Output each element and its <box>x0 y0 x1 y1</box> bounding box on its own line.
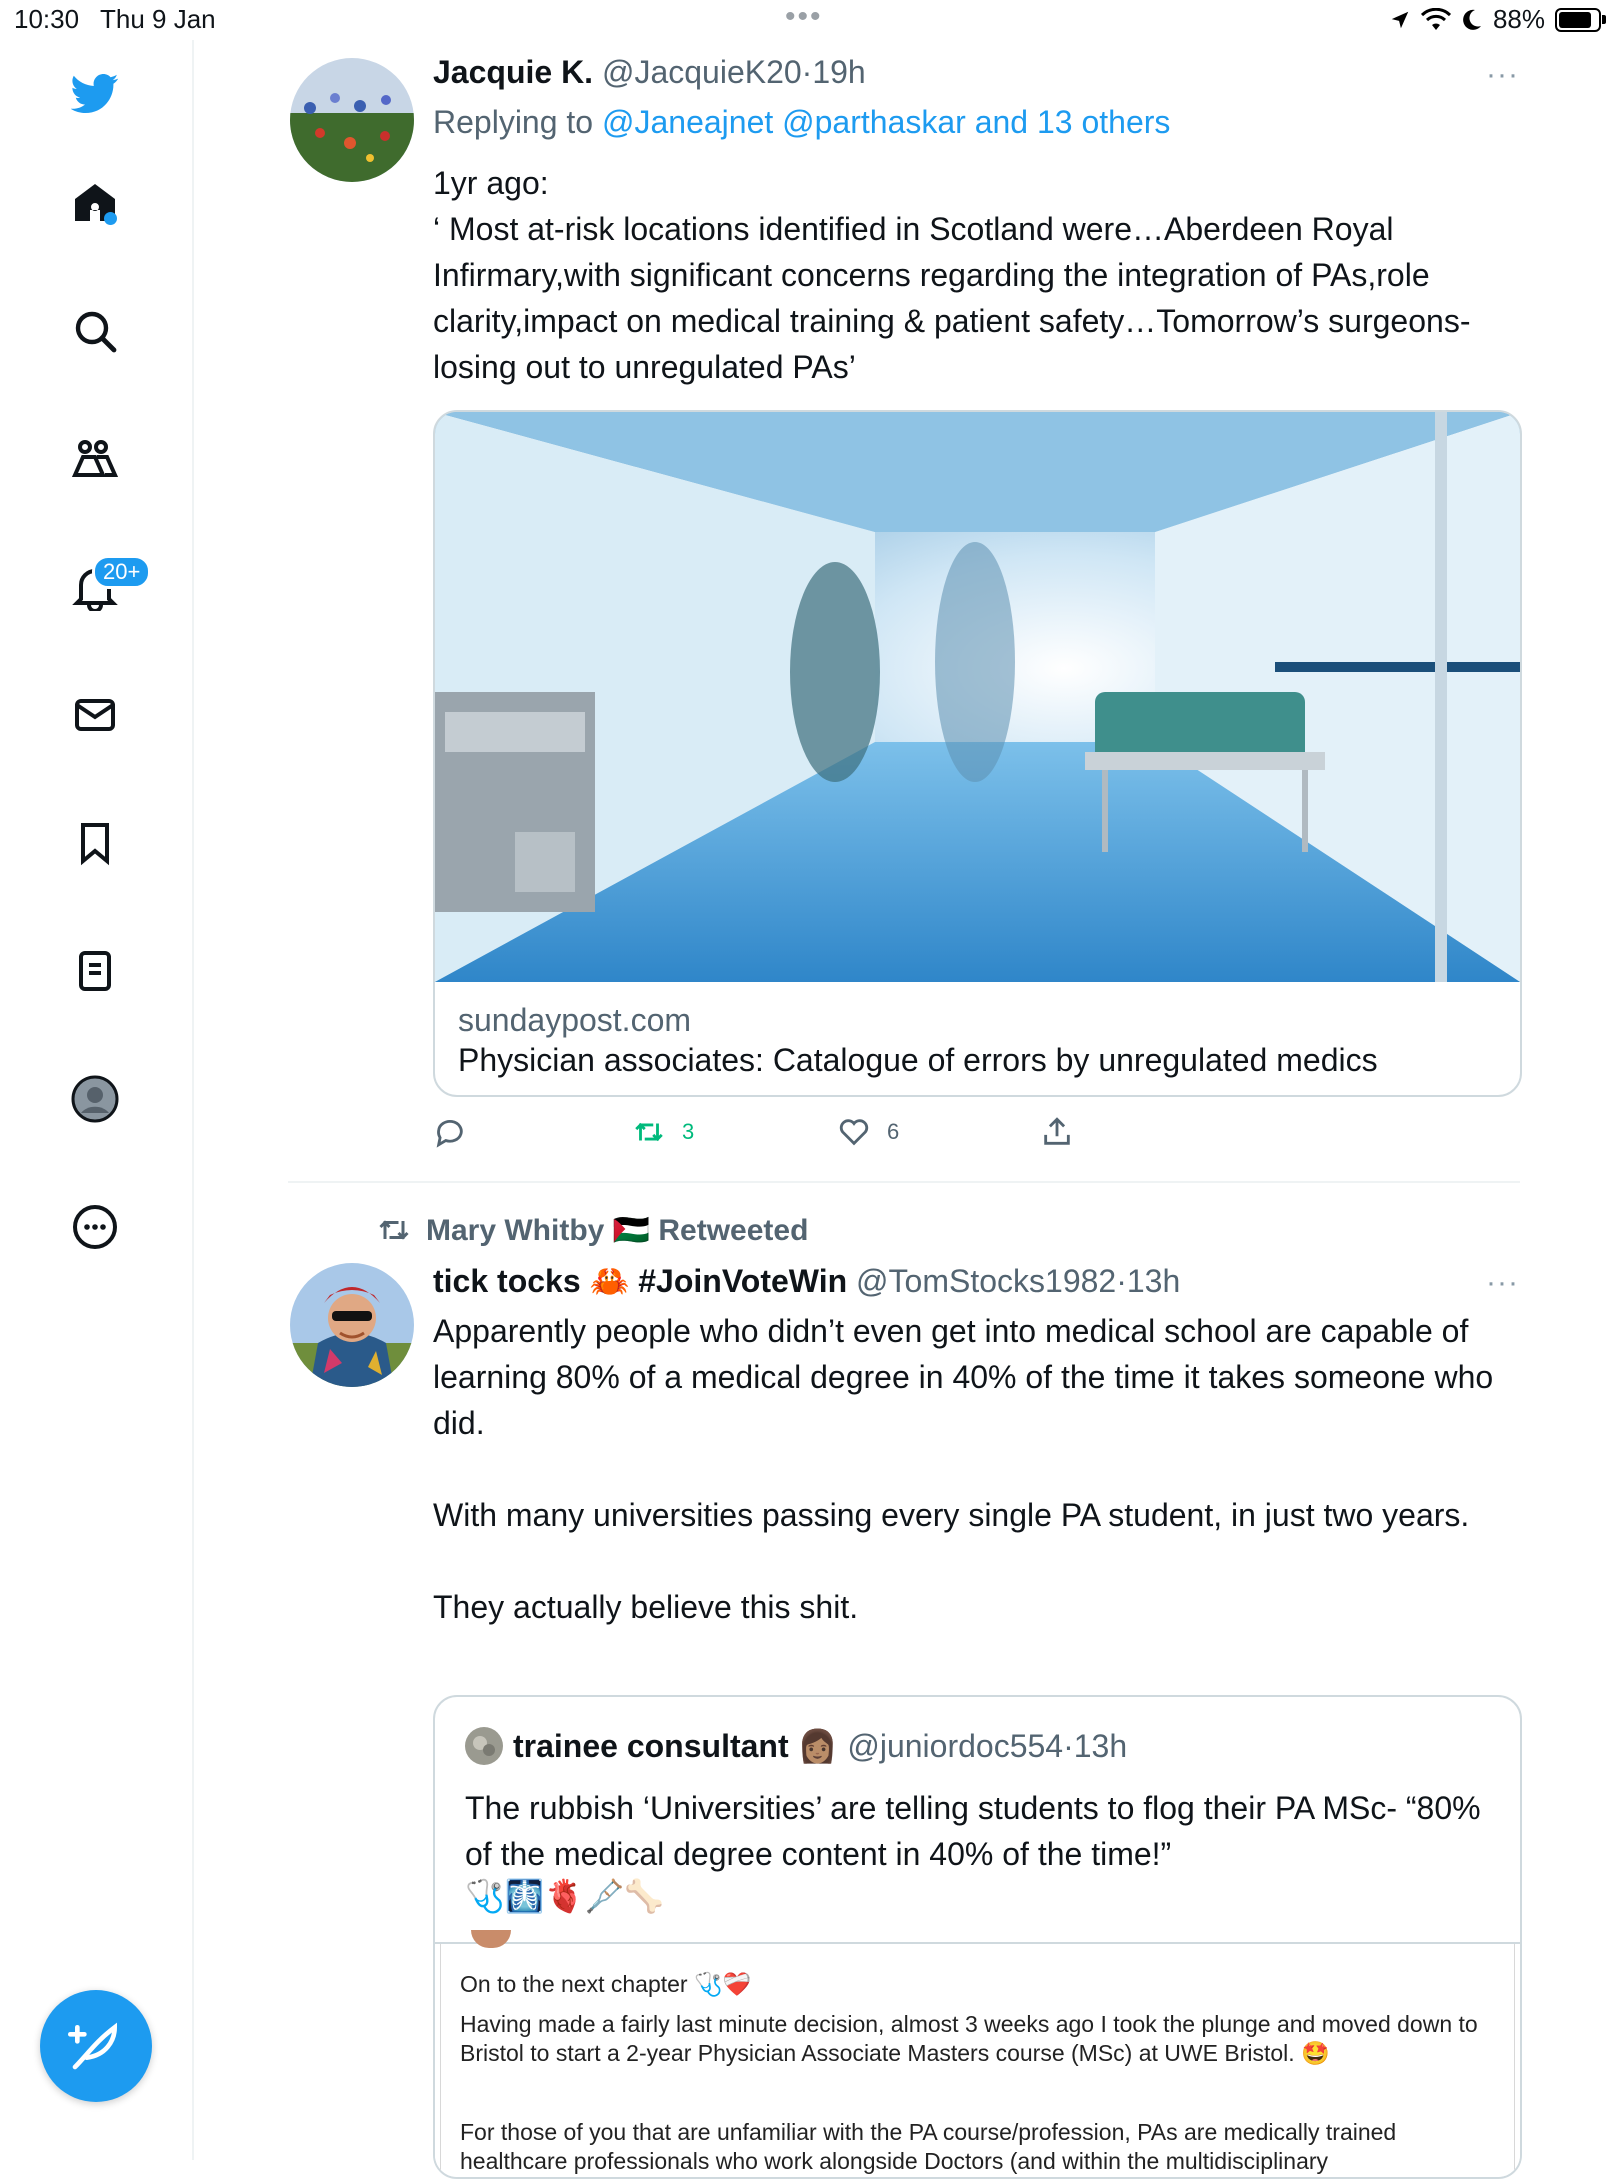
replying-handles-link[interactable]: @Janeajnet @parthaskar <box>602 104 966 140</box>
lists-icon[interactable] <box>62 938 128 1004</box>
tweet-more-icon[interactable]: ··· <box>1486 1266 1519 1300</box>
tweet-time[interactable]: 19h <box>812 54 865 90</box>
tweet-more-icon[interactable]: ··· <box>1486 58 1519 92</box>
time-separator: · <box>801 54 813 90</box>
card-title: Physician associates: Catalogue of error… <box>458 1042 1378 1078</box>
link-card[interactable]: sundaypost.com Physician associates: Cat… <box>433 410 1522 1097</box>
quote-time-separator: · <box>1063 1727 1074 1764</box>
card-domain: sundaypost.com <box>458 1002 692 1038</box>
tweet-text: 1yr ago: ‘ Most at-risk locations identi… <box>433 165 1471 385</box>
reply-icon <box>436 1119 463 1148</box>
quote-author-handle: @juniordoc554 <box>847 1727 1064 1764</box>
like-button[interactable]: 6 <box>837 1115 899 1149</box>
moon-icon <box>1463 9 1481 30</box>
tweet-text: Apparently people who didn’t even get in… <box>433 1313 1494 1625</box>
screenshot-paragraph-2: Having made a fairly last minute decisio… <box>460 2011 1478 2066</box>
status-indicators: 88% <box>1389 4 1606 35</box>
twitter-logo-icon[interactable] <box>62 60 128 126</box>
replying-and: and <box>965 104 1037 140</box>
status-bar: 10:30 Thu 9 Jan ••• 88% <box>0 0 1620 40</box>
retweet-button[interactable]: 3 <box>632 1115 694 1149</box>
heart-icon <box>839 1119 869 1146</box>
battery-icon <box>1555 7 1601 32</box>
search-icon[interactable] <box>62 298 128 364</box>
quote-text: The rubbish ‘Universities’ are telling s… <box>465 1790 1490 1872</box>
screenshot-avatar-fragment <box>471 1930 511 1948</box>
reply-button[interactable] <box>433 1115 467 1149</box>
share-button[interactable] <box>1040 1115 1074 1149</box>
quoted-tweet[interactable]: trainee consultant 👩🏽 @juniordoc554·13h … <box>433 1695 1522 2179</box>
compose-feather-icon <box>68 2022 118 2070</box>
battery-percent: 88% <box>1492 4 1545 34</box>
status-time: 10:30 <box>14 4 80 34</box>
quote-header: trainee consultant 👩🏽 @juniordoc554·13h <box>465 1727 1127 1765</box>
quote-author-avatar <box>465 1727 503 1765</box>
tweet-divider <box>288 1181 1520 1183</box>
messages-envelope-icon[interactable] <box>62 682 128 748</box>
communities-icon[interactable] <box>62 426 128 492</box>
notifications-badge: 20+ <box>92 555 152 589</box>
multitasking-dots-icon[interactable]: ••• <box>785 0 823 34</box>
author-avatar[interactable] <box>290 58 414 182</box>
tweet-header: tick tocks 🦀 #JoinVoteWin @TomStocks1982… <box>433 1262 1180 1300</box>
like-count: 6 <box>887 1119 900 1144</box>
battery-level <box>1559 11 1591 28</box>
retweet-context: Mary Whitby 🇵🇸 Retweeted <box>376 1212 808 1248</box>
status-date: Thu 9 Jan <box>100 4 216 34</box>
author-name[interactable]: tick tocks 🦀 #JoinVoteWin <box>433 1263 847 1299</box>
screenshot-paragraph-3: For those of you that are unfamiliar wit… <box>460 2119 1397 2174</box>
author-avatar[interactable] <box>290 1263 414 1387</box>
author-handle[interactable]: @JacquieK20 <box>602 54 802 90</box>
retweet-icon <box>635 1122 663 1142</box>
tweet-time[interactable]: 13h <box>1127 1263 1180 1299</box>
home-icon[interactable] <box>62 170 128 236</box>
share-icon <box>1044 1117 1070 1145</box>
wifi-icon <box>1420 7 1451 30</box>
author-name[interactable]: Jacquie K. <box>433 54 593 90</box>
quoted-screenshot-image: On to the next chapter 🩺❤️‍🩹 Having made… <box>435 1930 1520 2177</box>
author-handle[interactable]: @TomStocks1982 <box>856 1263 1116 1299</box>
time-separator: · <box>1116 1263 1127 1299</box>
replying-prefix: Replying to <box>433 104 602 140</box>
screenshot-paragraph-1: On to the next chapter 🩺❤️‍🩹 <box>460 1971 752 1997</box>
more-options-icon[interactable] <box>62 1194 128 1260</box>
replying-others-link[interactable]: 13 others <box>1037 104 1170 140</box>
quote-emojis: 🩺🩻🫀🩼🦴 <box>465 1878 665 1914</box>
hospital-corridor-image <box>435 412 1520 982</box>
sidebar: 20+ <box>0 40 194 2160</box>
replying-to: Replying to @Janeajnet @parthaskar and 1… <box>433 104 1170 141</box>
profile-avatar-icon[interactable] <box>62 1066 128 1132</box>
compose-tweet-button[interactable] <box>40 1990 152 2102</box>
bookmark-icon[interactable] <box>62 810 128 876</box>
home-unread-dot <box>104 212 117 225</box>
retweet-count: 3 <box>682 1119 695 1144</box>
tweet-header: Jacquie K. @JacquieK20·19h <box>433 54 866 91</box>
location-icon <box>1391 11 1409 28</box>
retweeted-icon <box>379 1220 409 1240</box>
quote-time: 13h <box>1073 1727 1128 1764</box>
retweeted-by[interactable]: Mary Whitby 🇵🇸 Retweeted <box>426 1213 808 1248</box>
quote-author-name[interactable]: trainee consultant 👩🏽 <box>513 1727 837 1765</box>
